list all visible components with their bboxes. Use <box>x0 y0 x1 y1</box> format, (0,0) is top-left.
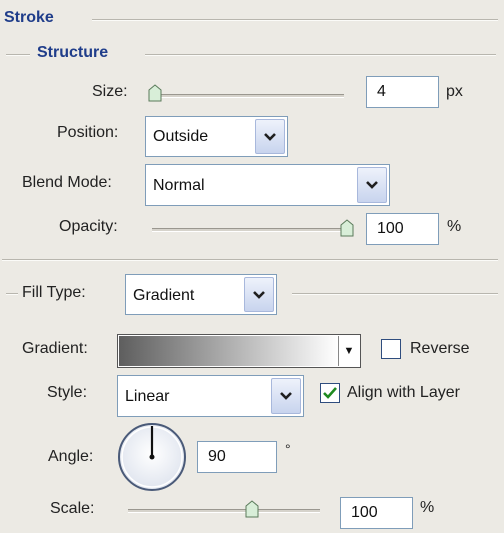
scale-slider-track <box>128 509 320 513</box>
scale-input[interactable]: 100 <box>340 497 413 529</box>
caret-down-icon: ▼ <box>343 345 355 357</box>
opacity-label: Opacity: <box>59 218 118 235</box>
opacity-unit: % <box>447 218 462 235</box>
blend-mode-label: Blend Mode: <box>22 174 112 191</box>
opacity-slider-track <box>152 228 352 232</box>
section-divider <box>2 259 498 261</box>
chevron-down-icon[interactable] <box>255 119 285 154</box>
scale-unit: % <box>420 499 435 516</box>
checkmark-icon <box>323 387 337 399</box>
chevron-down-icon[interactable] <box>357 167 387 203</box>
position-label: Position: <box>57 124 119 141</box>
angle-unit: ° <box>285 441 291 457</box>
scale-label: Scale: <box>50 500 95 517</box>
size-input[interactable]: 4 <box>366 76 439 108</box>
structure-divider-right <box>145 54 496 56</box>
reverse-checkbox[interactable] <box>381 339 401 359</box>
gradient-swatch[interactable] <box>119 336 338 366</box>
style-label: Style: <box>47 384 88 401</box>
stroke-divider <box>92 19 498 21</box>
blend-mode-select[interactable]: Normal <box>145 164 390 206</box>
gradient-dropdown-arrow[interactable]: ▼ <box>338 336 359 366</box>
size-slider-track <box>152 94 344 98</box>
fill-divider-left <box>6 293 18 295</box>
fill-type-select[interactable]: Gradient <box>125 274 277 315</box>
angle-dial[interactable] <box>116 421 188 493</box>
align-with-layer-label[interactable]: Align with Layer <box>347 384 460 402</box>
reverse-label[interactable]: Reverse <box>410 340 470 358</box>
gradient-picker[interactable]: ▼ <box>117 334 361 368</box>
position-value: Outside <box>153 128 209 145</box>
align-with-layer-checkbox[interactable] <box>320 383 340 403</box>
fill-type-value: Gradient <box>133 287 195 304</box>
size-unit: px <box>446 83 463 100</box>
style-value: Linear <box>125 388 170 405</box>
position-select[interactable]: Outside <box>145 116 288 157</box>
structure-title: Structure <box>37 44 109 61</box>
gradient-label: Gradient: <box>22 340 88 357</box>
fill-type-label: Fill Type: <box>22 284 86 301</box>
chevron-down-icon[interactable] <box>271 378 301 414</box>
size-label: Size: <box>92 83 128 100</box>
size-slider[interactable] <box>148 84 344 104</box>
angle-input[interactable]: 90 <box>197 441 277 473</box>
opacity-input[interactable]: 100 <box>366 213 439 245</box>
scale-slider[interactable] <box>128 499 320 519</box>
chevron-down-icon[interactable] <box>244 277 274 312</box>
blend-mode-value: Normal <box>153 177 205 194</box>
angle-label: Angle: <box>48 448 94 465</box>
size-slider-thumb[interactable] <box>148 84 162 102</box>
opacity-slider[interactable] <box>152 218 358 238</box>
fill-divider-right <box>292 293 498 295</box>
structure-divider-left <box>6 54 30 56</box>
stroke-title: Stroke <box>4 9 54 26</box>
opacity-slider-thumb[interactable] <box>340 219 354 237</box>
style-select[interactable]: Linear <box>117 375 304 417</box>
scale-slider-thumb[interactable] <box>245 500 259 518</box>
